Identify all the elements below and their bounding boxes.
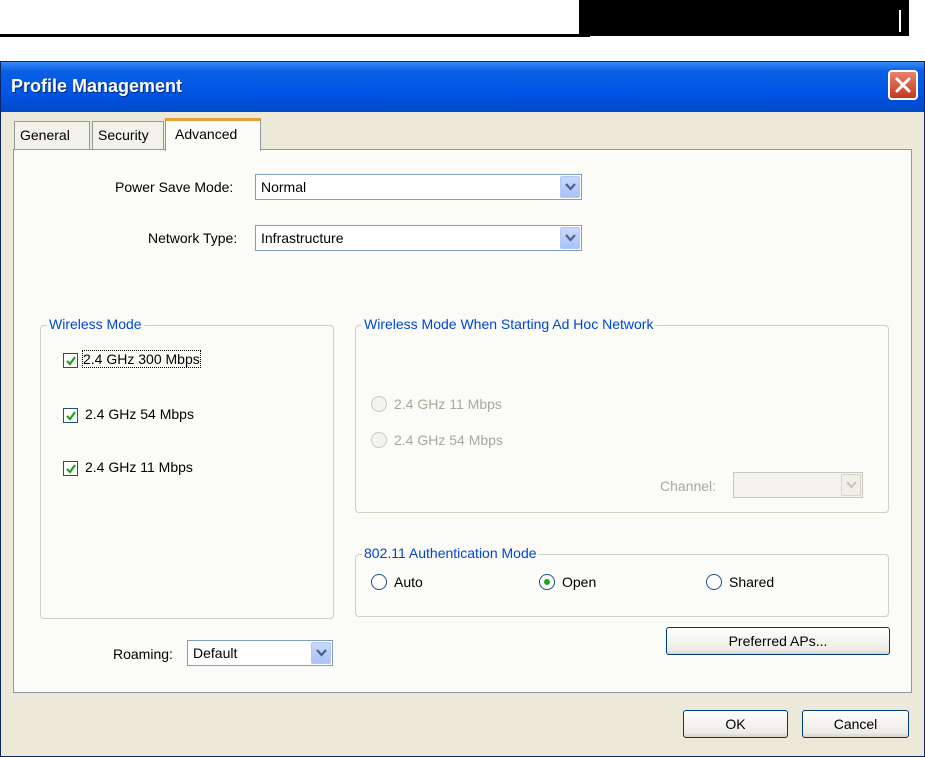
chevron-down-icon bbox=[560, 227, 580, 249]
close-button[interactable] bbox=[888, 70, 918, 100]
tab-general-label: General bbox=[20, 127, 70, 143]
roaming-value: Default bbox=[193, 645, 238, 661]
radio-adhoc-54mbps[interactable] bbox=[371, 432, 387, 448]
checkmark-icon bbox=[66, 411, 76, 421]
radio-adhoc-11mbps[interactable] bbox=[371, 396, 387, 412]
document-header-block bbox=[579, 0, 909, 36]
tab-security[interactable]: Security bbox=[92, 121, 164, 149]
tab-advanced[interactable]: Advanced bbox=[165, 118, 261, 151]
title-bar[interactable]: Profile Management bbox=[1, 62, 924, 112]
radio-adhoc-11mbps-label: 2.4 GHz 11 Mbps bbox=[394, 396, 502, 412]
channel-label: Channel: bbox=[660, 478, 717, 494]
radio-auth-open[interactable] bbox=[539, 574, 555, 590]
roaming-select[interactable]: Default bbox=[187, 640, 333, 666]
document-header-rule bbox=[0, 34, 590, 37]
radio-auth-auto-label[interactable]: Auto bbox=[394, 574, 423, 590]
authentication-mode-title: 802.11 Authentication Mode bbox=[362, 545, 539, 561]
radio-auth-open-label[interactable]: Open bbox=[562, 574, 596, 590]
authentication-mode-group: 802.11 Authentication Mode Auto Open Sha… bbox=[355, 545, 889, 617]
wireless-mode-group: Wireless Mode 2.4 GHz 300 Mbps 2.4 GHz 5… bbox=[40, 316, 334, 619]
advanced-tab-panel: Power Save Mode: Normal Network Type: In… bbox=[13, 149, 912, 693]
checkbox-54mbps-label[interactable]: 2.4 GHz 54 Mbps bbox=[85, 406, 194, 422]
preferred-aps-button[interactable]: Preferred APs... bbox=[666, 627, 890, 655]
checkbox-300mbps[interactable] bbox=[63, 353, 78, 368]
checkmark-icon bbox=[66, 464, 76, 474]
header-divider bbox=[899, 10, 901, 32]
radio-auth-shared-label[interactable]: Shared bbox=[729, 574, 774, 590]
adhoc-wireless-mode-group: Wireless Mode When Starting Ad Hoc Netwo… bbox=[355, 316, 889, 513]
checkbox-11mbps-label[interactable]: 2.4 GHz 11 Mbps bbox=[85, 459, 193, 475]
power-save-mode-value: Normal bbox=[261, 179, 307, 195]
checkmark-icon bbox=[66, 356, 76, 366]
chevron-down-icon bbox=[311, 642, 331, 664]
wireless-mode-title: Wireless Mode bbox=[47, 316, 144, 332]
power-save-mode-select[interactable]: Normal bbox=[255, 174, 582, 200]
checkbox-54mbps[interactable] bbox=[63, 408, 78, 423]
network-type-label: Network Type: bbox=[148, 230, 238, 246]
window-title: Profile Management bbox=[11, 76, 183, 96]
radio-selected-dot bbox=[544, 579, 550, 585]
adhoc-wireless-mode-title: Wireless Mode When Starting Ad Hoc Netwo… bbox=[362, 316, 656, 332]
roaming-label: Roaming: bbox=[113, 646, 173, 662]
tab-security-label: Security bbox=[98, 127, 149, 143]
cancel-button[interactable]: Cancel bbox=[802, 710, 909, 738]
tab-advanced-label: Advanced bbox=[175, 126, 238, 142]
chevron-down-icon bbox=[841, 474, 861, 496]
checkbox-11mbps[interactable] bbox=[63, 461, 78, 476]
radio-adhoc-54mbps-label: 2.4 GHz 54 Mbps bbox=[394, 432, 503, 448]
ok-button[interactable]: OK bbox=[683, 710, 788, 738]
profile-management-window: Profile Management General Security Adva… bbox=[0, 61, 925, 757]
radio-auth-shared[interactable] bbox=[706, 574, 722, 590]
network-type-select[interactable]: Infrastructure bbox=[255, 225, 582, 251]
close-icon bbox=[895, 77, 911, 93]
radio-auth-auto[interactable] bbox=[371, 574, 387, 590]
tab-general[interactable]: General bbox=[14, 121, 90, 149]
channel-select[interactable] bbox=[733, 472, 863, 498]
chevron-down-icon bbox=[560, 176, 580, 198]
power-save-mode-label: Power Save Mode: bbox=[115, 179, 234, 195]
checkbox-300mbps-label[interactable]: 2.4 GHz 300 Mbps bbox=[82, 350, 201, 368]
network-type-value: Infrastructure bbox=[261, 230, 344, 246]
